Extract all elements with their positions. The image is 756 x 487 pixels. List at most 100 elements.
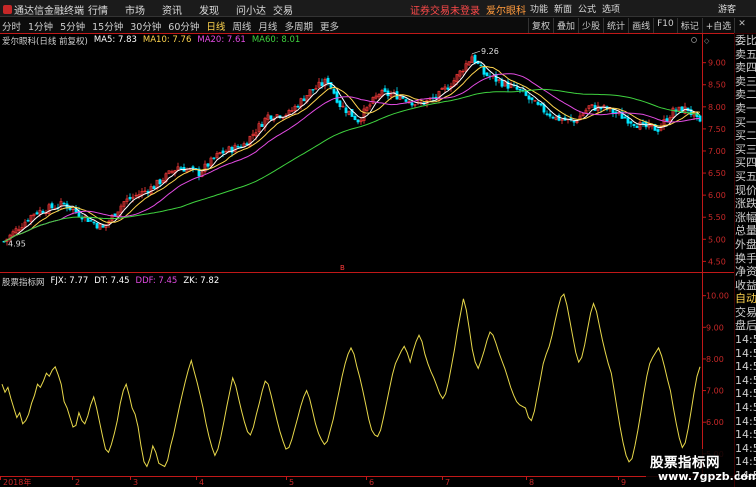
candle-body [335, 91, 339, 103]
candle-body [353, 116, 357, 120]
date-tick-label: 5 [289, 478, 294, 487]
side-panel-item[interactable]: 14:50 [735, 401, 756, 415]
side-panel-item[interactable]: 卖一 [735, 102, 756, 116]
candle-body [95, 222, 99, 229]
candle-body [296, 105, 300, 108]
side-panel-item[interactable]: 委比 [735, 34, 756, 48]
price-tick-label: 8.50 [708, 81, 726, 90]
side-panel-item[interactable]: 卖二 [735, 88, 756, 102]
candle-body [212, 157, 216, 159]
date-tick-label: 8 [529, 478, 534, 487]
candle-body [404, 99, 408, 102]
candle-body [548, 113, 552, 117]
candle-body [86, 217, 90, 222]
candle-body [332, 88, 336, 94]
ma-legend: 爱尔眼科(日线 前复权) MA5: 7.83 MA10: 7.76 MA20: … [2, 35, 300, 47]
candle-body [221, 150, 225, 154]
candle-body [50, 203, 54, 209]
price-tick-label: 9.00 [708, 59, 726, 68]
indicator-tick-label: 6.00 [706, 418, 724, 427]
side-panel-item[interactable]: 14:50 [735, 415, 756, 429]
indicator-tick-label: 10.00 [706, 292, 729, 301]
side-panel-item[interactable]: 买一 [735, 116, 756, 130]
stock-chart[interactable]: 9.00 8.50 8.00 7.50 7.00 6.50 6.00 5.50 5.00 4.50… [0, 0, 756, 487]
side-panel-item[interactable]: 自动 [735, 292, 756, 306]
side-panel-item[interactable]: 买五 [735, 170, 756, 184]
side-panel-item[interactable]: 交易 [735, 306, 756, 320]
side-panel-item[interactable]: 盘后 [735, 319, 756, 333]
ma20-value: MA20: 7.61 [197, 35, 246, 45]
date-tick-label: 2 [75, 478, 80, 487]
price-tick-label: 6.00 [708, 191, 726, 200]
side-panel-item[interactable]: 14:50 [735, 347, 756, 361]
site-watermark: 股票指标网 www.7gpzb.com [646, 449, 756, 487]
candle-body [524, 91, 528, 96]
side-panel-item[interactable]: 卖五 [735, 48, 756, 62]
settings-icon [691, 37, 697, 43]
price-tick-label: 7.50 [708, 125, 726, 134]
candle-body [35, 212, 39, 215]
high-pointer [471, 50, 481, 55]
side-panel-item[interactable]: 14:50 [735, 333, 756, 347]
side-panel-item[interactable]: 买二 [735, 129, 756, 143]
side-panel-item[interactable]: 买四 [735, 156, 756, 170]
candle-body [539, 103, 543, 106]
side-panel-item[interactable]: 卖四 [735, 61, 756, 75]
mid-marker: B [340, 264, 345, 272]
ma5-line [3, 61, 701, 243]
indicator-tick-label: 9.00 [706, 323, 724, 332]
candle-body [320, 82, 324, 86]
price-tick-label: 8.00 [708, 103, 726, 112]
candle-body [572, 120, 576, 123]
watermark-url: www.7gpzb.com [658, 470, 756, 483]
candle-body [611, 108, 615, 114]
ma10-value: MA10: 7.76 [142, 35, 192, 45]
candle-body [482, 66, 486, 75]
candle-body [269, 115, 273, 120]
candle-body [485, 72, 489, 77]
indicator-title: 股票指标网 [2, 278, 45, 288]
side-panel-item[interactable]: 涨跌 [735, 197, 756, 211]
candle-body [527, 95, 531, 100]
high-label: 9.26 [481, 47, 499, 56]
side-panel-item[interactable]: 14:57 [735, 455, 756, 469]
candle-body [599, 107, 603, 110]
side-panel-item[interactable]: 14:50 [735, 428, 756, 442]
date-tick-label: 7 [445, 478, 450, 487]
candle-body [551, 116, 555, 119]
zk-value: ZK: 7.82 [183, 276, 220, 286]
side-panel-item[interactable]: 总量 [735, 224, 756, 238]
candle-body [311, 89, 315, 91]
candle-body [536, 101, 540, 105]
candle-body [80, 217, 84, 220]
indicator-legend: 股票指标网 FJX: 7.77 DT: 7.45 DDF: 7.45 ZK: 7… [2, 276, 219, 288]
date-tick-label: 9 [621, 478, 626, 487]
side-panel-item[interactable]: 收益 [735, 279, 756, 293]
candle-body [410, 102, 414, 106]
candle-body [179, 167, 183, 169]
ma20-line [3, 73, 701, 243]
candle-body [500, 79, 504, 87]
side-panel-item[interactable]: 14:50 [735, 374, 756, 388]
side-panel-item[interactable]: 涨幅 [735, 211, 756, 225]
side-panel-item[interactable]: 外盘 [735, 238, 756, 252]
ma5-value: MA5: 7.83 [93, 35, 137, 45]
watermark-title: 股票指标网 [650, 455, 720, 471]
side-panel-item[interactable]: 卖三 [735, 75, 756, 89]
candle-body [479, 64, 483, 67]
candle-body [629, 121, 633, 124]
candle-body [326, 77, 330, 84]
candle-body [191, 166, 195, 169]
side-panel-item[interactable]: 14:50 [735, 360, 756, 374]
side-panel-item[interactable]: 换手 [735, 252, 756, 266]
candle-body [236, 146, 240, 148]
side-panel-item[interactable]: 买三 [735, 143, 756, 157]
indicator-tick-label: 8.00 [706, 355, 724, 364]
side-panel-item[interactable]: 14:57 [735, 442, 756, 456]
date-tick-label: 3 [133, 478, 138, 487]
side-panel-item[interactable]: 现价 [735, 184, 756, 198]
candle-body [473, 54, 477, 63]
side-panel-item[interactable]: 14:50 [735, 387, 756, 401]
ma60-value: MA60: 8.01 [251, 35, 301, 45]
side-panel-item[interactable]: 净资 [735, 265, 756, 279]
